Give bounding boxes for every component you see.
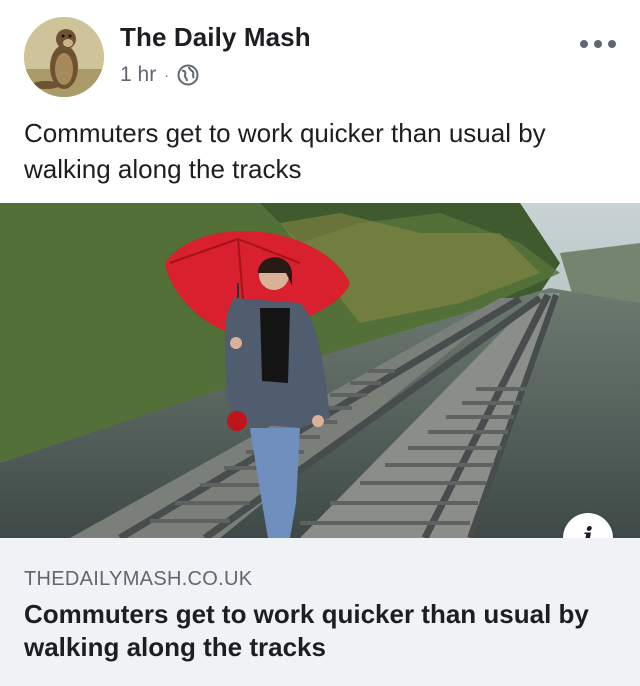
meta-separator: · xyxy=(164,67,169,83)
post-meta: 1 hr · xyxy=(120,62,199,88)
more-options-icon[interactable] xyxy=(580,38,616,50)
dot-icon xyxy=(580,40,588,48)
post-header: The Daily Mash 1 hr · xyxy=(0,0,640,110)
link-domain: THEDAILYMASH.CO.UK xyxy=(24,568,253,590)
globe-icon xyxy=(177,64,199,86)
page-name[interactable]: The Daily Mash xyxy=(120,22,311,53)
post-caption: Commuters get to work quicker than usual… xyxy=(24,118,546,184)
link-title[interactable]: Commuters get to work quicker than usual… xyxy=(24,598,614,664)
page-avatar[interactable] xyxy=(24,17,104,97)
dot-icon xyxy=(594,40,602,48)
link-preview-image[interactable] xyxy=(0,203,640,538)
post-timestamp[interactable]: 1 hr xyxy=(120,63,156,87)
dot-icon xyxy=(608,40,616,48)
link-preview-card[interactable]: THEDAILYMASH.CO.UK Commuters get to work… xyxy=(0,538,640,686)
